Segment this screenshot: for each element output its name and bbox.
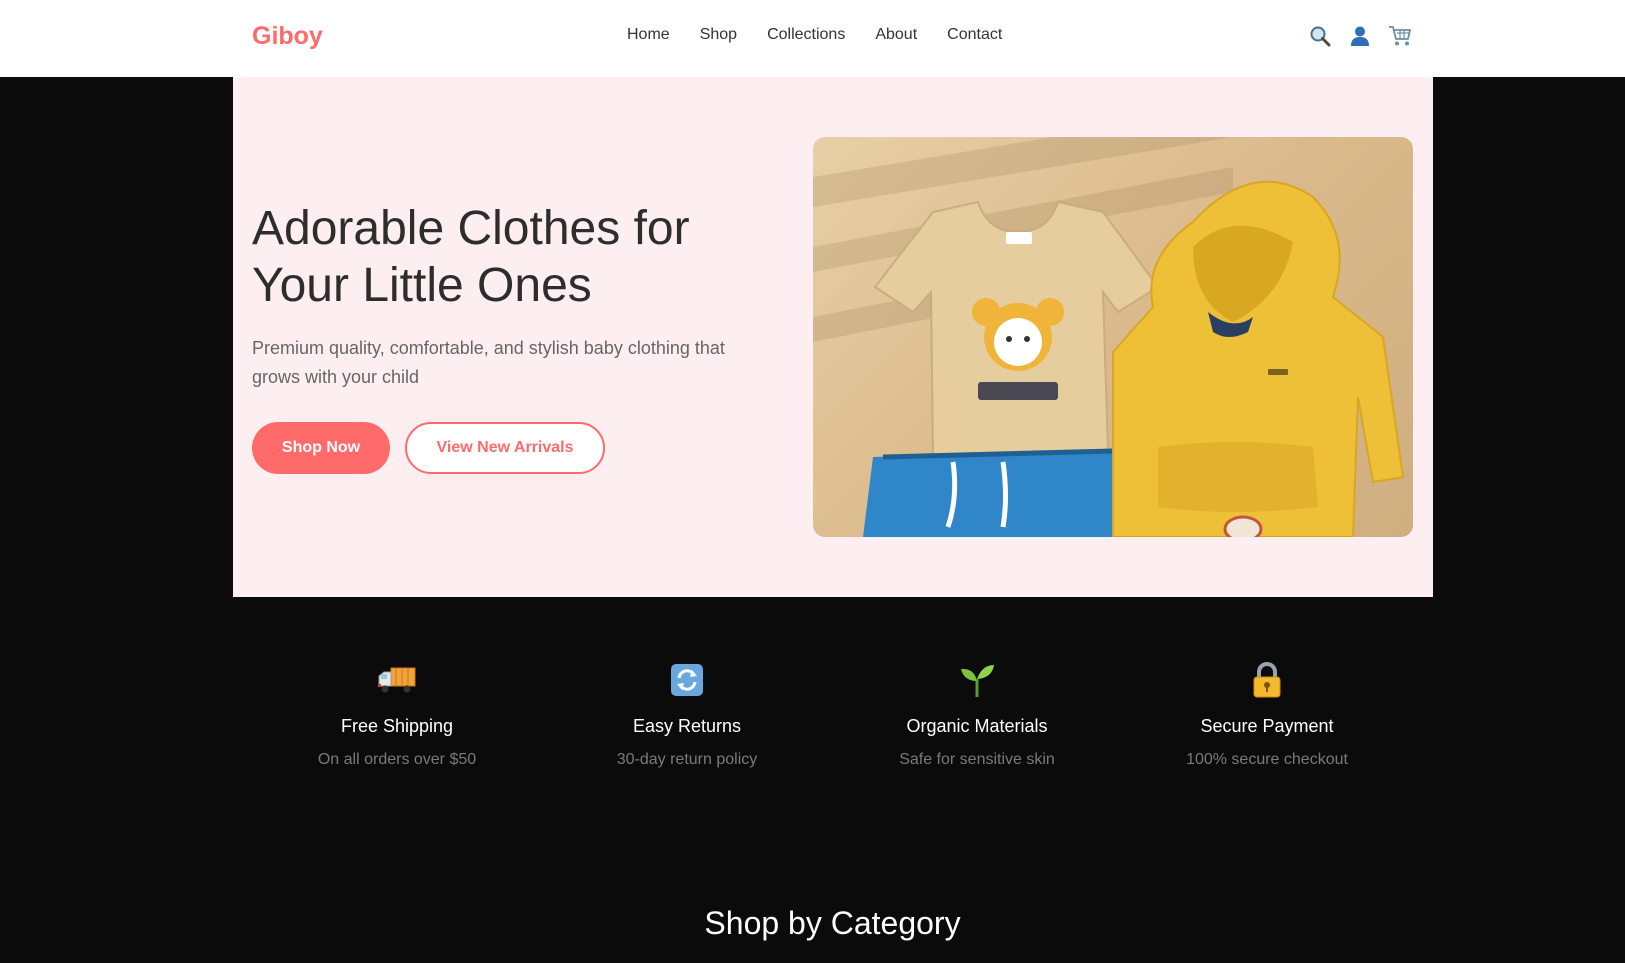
feature-secure-payment: Secure Payment 100% secure checkout: [1122, 655, 1412, 769]
nav-contact[interactable]: Contact: [947, 26, 1002, 44]
section-title-shop-by-category: Shop by Category: [704, 905, 961, 941]
feature-easy-returns: Easy Returns 30-day return policy: [542, 655, 832, 769]
view-new-arrivals-button[interactable]: View New Arrivals: [405, 422, 605, 474]
nav-shop[interactable]: Shop: [700, 26, 737, 44]
seedling-icon: [832, 655, 1122, 705]
feature-desc: On all orders over $50: [317, 751, 477, 768]
feature-title: Free Shipping: [340, 716, 454, 736]
feature-title: Secure Payment: [1200, 716, 1334, 736]
site-header: Giboy Home Shop Collections About Contac…: [0, 0, 1625, 77]
feature-organic-materials: Organic Materials Safe for sensitive ski…: [832, 655, 1122, 769]
features-strip: Free Shipping On all orders over $50 Eas…: [252, 655, 1412, 785]
feature-free-shipping: Free Shipping On all orders over $50: [252, 655, 542, 769]
shop-now-button[interactable]: Shop Now: [252, 422, 390, 474]
nav-home[interactable]: Home: [627, 26, 670, 44]
lock-icon: [1122, 655, 1412, 705]
search-icon[interactable]: [1308, 22, 1332, 50]
hero-title: Adorable Clothes for Your Little Ones: [252, 202, 690, 312]
feature-desc: 30-day return policy: [616, 751, 758, 768]
hero-section: Adorable Clothes for Your Little Ones Pr…: [233, 77, 1433, 597]
nav-about[interactable]: About: [875, 26, 917, 44]
returns-icon: [542, 655, 832, 705]
nav-collections[interactable]: Collections: [767, 26, 845, 44]
hero-image: [813, 137, 1413, 537]
hero-subtitle: Premium quality, comfortable, and stylis…: [252, 338, 725, 387]
truck-icon: [252, 655, 542, 705]
header-actions: [1308, 22, 1412, 50]
cart-icon[interactable]: [1388, 22, 1412, 50]
feature-desc: 100% secure checkout: [1186, 751, 1348, 768]
feature-title: Easy Returns: [632, 716, 742, 736]
feature-desc: Safe for sensitive skin: [899, 751, 1055, 768]
main-nav: Home Shop Collections About Contact: [627, 26, 1002, 44]
user-icon[interactable]: [1348, 22, 1372, 50]
brand-logo[interactable]: Giboy: [252, 22, 323, 51]
feature-title: Organic Materials: [906, 716, 1048, 736]
